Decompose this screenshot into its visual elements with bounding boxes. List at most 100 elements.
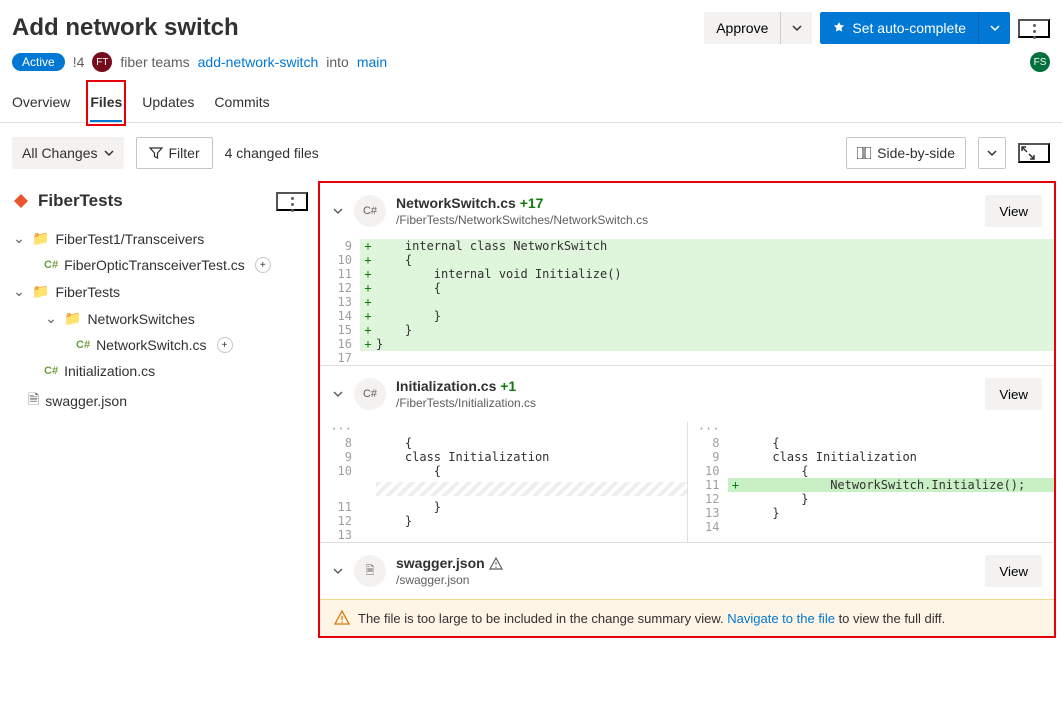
team-name: fiber teams [120,54,189,70]
diff-main-panel: C# NetworkSwitch.cs +17 /FiberTests/Netw… [320,183,1054,636]
diff-view-dropdown[interactable]: Side-by-side [846,137,966,169]
approve-chevron[interactable] [780,12,812,44]
filter-button[interactable]: Filter [136,137,213,169]
chevron-down-icon: ⌄ [12,283,26,300]
tab-updates[interactable]: Updates [142,84,194,122]
repo-icon [12,192,30,210]
tree-folder[interactable]: ⌄ 📁 FiberTest1/Transceivers [12,225,308,252]
dots-vertical-icon [1033,30,1036,33]
folder-icon: 📁 [32,230,49,247]
tree-label: NetworkSwitch.cs [96,337,206,353]
chevron-down-icon [792,23,802,33]
tree-file[interactable]: C# FiberOpticTransceiverTest.cs + [12,252,308,278]
tree-file[interactable]: 🗎 swagger.json [12,384,308,418]
file-diff-block: C# Initialization.cs +1 /FiberTests/Init… [320,366,1054,543]
tab-commits[interactable]: Commits [214,84,269,122]
tree-label: NetworkSwitches [87,311,194,327]
diff-view-label: Side-by-side [877,145,955,161]
side-by-side-icon [857,147,871,159]
warning-icon [489,557,503,571]
chevron-down-icon[interactable] [332,565,344,577]
page-title: Add network switch [12,14,239,42]
chevron-down-icon [990,23,1000,33]
csharp-icon: C# [354,195,386,227]
warning-text-post: to view the full diff. [835,611,945,626]
tree-folder[interactable]: ⌄ 📁 FiberTests [12,278,308,305]
warning-banner: The file is too large to be included in … [320,599,1054,636]
changes-dropdown-label: All Changes [22,145,98,161]
repo-name-label: FiberTests [38,191,123,211]
file-tree-sidebar: FiberTests ⌄ 📁 FiberTest1/Transceivers C… [0,183,320,642]
warning-icon [334,610,350,626]
chevron-down-icon: ⌄ [44,310,58,327]
repo-more-button[interactable] [276,192,308,211]
file-path: /swagger.json [396,573,503,587]
chevron-down-icon [987,148,997,158]
team-avatar: FT [92,52,112,72]
code-block: 9+ internal class NetworkSwitch10+ {11+ … [320,239,1054,365]
user-avatar: FS [1030,52,1050,72]
file-icon: 🗎 [354,555,386,587]
file-path: /FiberTests/Initialization.cs [396,396,536,410]
fullscreen-button[interactable] [1018,143,1050,163]
file-path: /FiberTests/NetworkSwitches/NetworkSwitc… [396,213,648,227]
warning-text-pre: The file is too large to be included in … [358,611,727,626]
chevron-down-icon: ⌄ [12,230,26,247]
tree-label: swagger.json [45,393,127,409]
navigate-to-file-link[interactable]: Navigate to the file [727,611,835,626]
add-badge: + [255,257,271,273]
filter-label: Filter [169,145,200,161]
target-branch-link[interactable]: main [357,54,387,70]
approve-split-button[interactable]: Approve [704,12,812,44]
file-icon: 🗎 [28,389,39,413]
tree-label: Initialization.cs [64,363,155,379]
file-name: NetworkSwitch.cs [396,195,516,211]
folder-icon: 📁 [32,283,49,300]
view-file-button[interactable]: View [985,555,1042,587]
tree-folder[interactable]: ⌄ 📁 NetworkSwitches [12,305,308,332]
tab-bar: Overview Files Updates Commits [0,84,1062,123]
autocomplete-split-button[interactable]: Set auto-complete [820,12,1010,44]
lines-added: +17 [520,195,544,211]
autocomplete-button[interactable]: Set auto-complete [820,12,978,44]
changed-files-count: 4 changed files [225,145,319,161]
tree-file[interactable]: C# NetworkSwitch.cs + [12,332,308,358]
autocomplete-chevron[interactable] [978,12,1010,44]
tab-overview[interactable]: Overview [12,84,70,122]
filter-icon [149,146,163,160]
file-diff-block: 🗎 swagger.json /swagger.json View The fi… [320,543,1054,636]
fullscreen-icon [1020,145,1036,161]
tree-file[interactable]: C# Initialization.cs [12,358,308,384]
source-branch-link[interactable]: add-network-switch [198,54,319,70]
into-text: into [326,54,349,70]
autocomplete-icon [832,21,846,35]
file-diff-block: C# NetworkSwitch.cs +17 /FiberTests/Netw… [320,183,1054,366]
tab-files[interactable]: Files [90,84,122,122]
dots-vertical-icon [291,203,294,206]
more-actions-button[interactable] [1018,19,1050,38]
lines-added: +1 [500,378,516,394]
folder-icon: 📁 [64,310,81,327]
file-name: swagger.json [396,555,485,571]
chevron-down-icon[interactable] [332,205,344,217]
csharp-icon: C# [76,339,90,351]
diff-left-column: ···8 {9 class Initialization10 {11 }12 }… [320,422,687,542]
csharp-icon: C# [44,365,58,377]
approve-button[interactable]: Approve [704,12,780,44]
tree-label: FiberOpticTransceiverTest.cs [64,257,245,273]
side-by-side-diff: ···8 {9 class Initialization10 {11 }12 }… [320,422,1054,542]
repo-header[interactable]: FiberTests [12,191,123,211]
autocomplete-label: Set auto-complete [852,20,966,36]
view-file-button[interactable]: View [985,378,1042,410]
pr-number: !4 [73,54,85,70]
csharp-icon: C# [354,378,386,410]
chevron-down-icon[interactable] [332,388,344,400]
changes-dropdown[interactable]: All Changes [12,137,124,169]
diff-view-chevron[interactable] [978,137,1006,169]
csharp-icon: C# [44,259,58,271]
add-badge: + [217,337,233,353]
tree-label: FiberTest1/Transceivers [55,231,204,247]
diff-right-column: ···8 {9 class Initialization10 {11+ Netw… [687,422,1055,542]
status-badge: Active [12,53,65,71]
view-file-button[interactable]: View [985,195,1042,227]
